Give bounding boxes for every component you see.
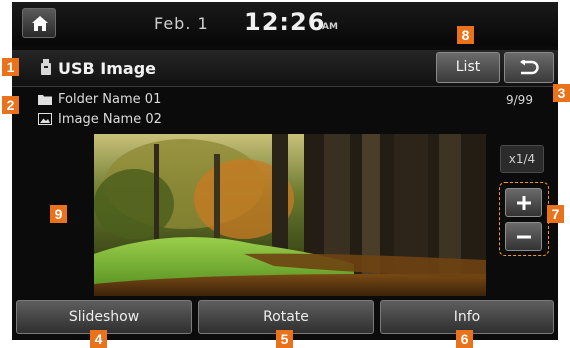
forest-photo — [94, 134, 486, 296]
rotate-button[interactable]: Rotate — [198, 300, 374, 334]
folder-icon — [38, 95, 52, 105]
callout-1: 1 — [2, 58, 19, 76]
callout-7: 7 — [547, 205, 564, 223]
image-name: Image Name 02 — [58, 112, 162, 127]
clock-time: 12:26 — [244, 8, 326, 36]
folder-row: Folder Name 01 — [38, 92, 161, 107]
folder-name: Folder Name 01 — [58, 92, 162, 107]
photo-viewer[interactable] — [94, 134, 486, 296]
image-row: Image Name 02 — [38, 112, 162, 127]
home-icon — [32, 16, 48, 31]
usb-icon — [41, 59, 51, 75]
zoom-in-button[interactable] — [505, 188, 542, 217]
callout-9: 9 — [50, 205, 67, 223]
back-icon — [520, 60, 539, 75]
callout-3: 3 — [553, 84, 570, 102]
zoom-controls — [499, 182, 549, 256]
title-bar: USB Image List — [12, 50, 558, 87]
plus-icon — [517, 196, 531, 210]
media-screen: Feb. 1 12:26 AM USB Image List Folder Na… — [12, 2, 558, 340]
callout-8: 8 — [457, 26, 474, 44]
page-title: USB Image — [58, 59, 157, 78]
minus-icon — [517, 235, 531, 239]
callout-2: 2 — [2, 96, 19, 114]
callout-4: 4 — [90, 330, 107, 348]
date-display: Feb. 1 — [154, 14, 209, 33]
image-icon — [38, 113, 52, 125]
callout-5: 5 — [276, 330, 293, 348]
callout-6: 6 — [456, 330, 473, 348]
home-button[interactable] — [22, 8, 56, 38]
info-button[interactable]: Info — [380, 300, 554, 334]
zoom-level: x1/4 — [500, 145, 544, 173]
list-button[interactable]: List — [436, 52, 500, 83]
status-bar: Feb. 1 12:26 AM — [12, 2, 558, 46]
slideshow-button[interactable]: Slideshow — [16, 300, 192, 334]
image-counter: 9/99 — [506, 93, 533, 107]
clock-ampm: AM — [322, 22, 338, 32]
zoom-out-button[interactable] — [505, 222, 542, 251]
back-button[interactable] — [504, 52, 554, 83]
